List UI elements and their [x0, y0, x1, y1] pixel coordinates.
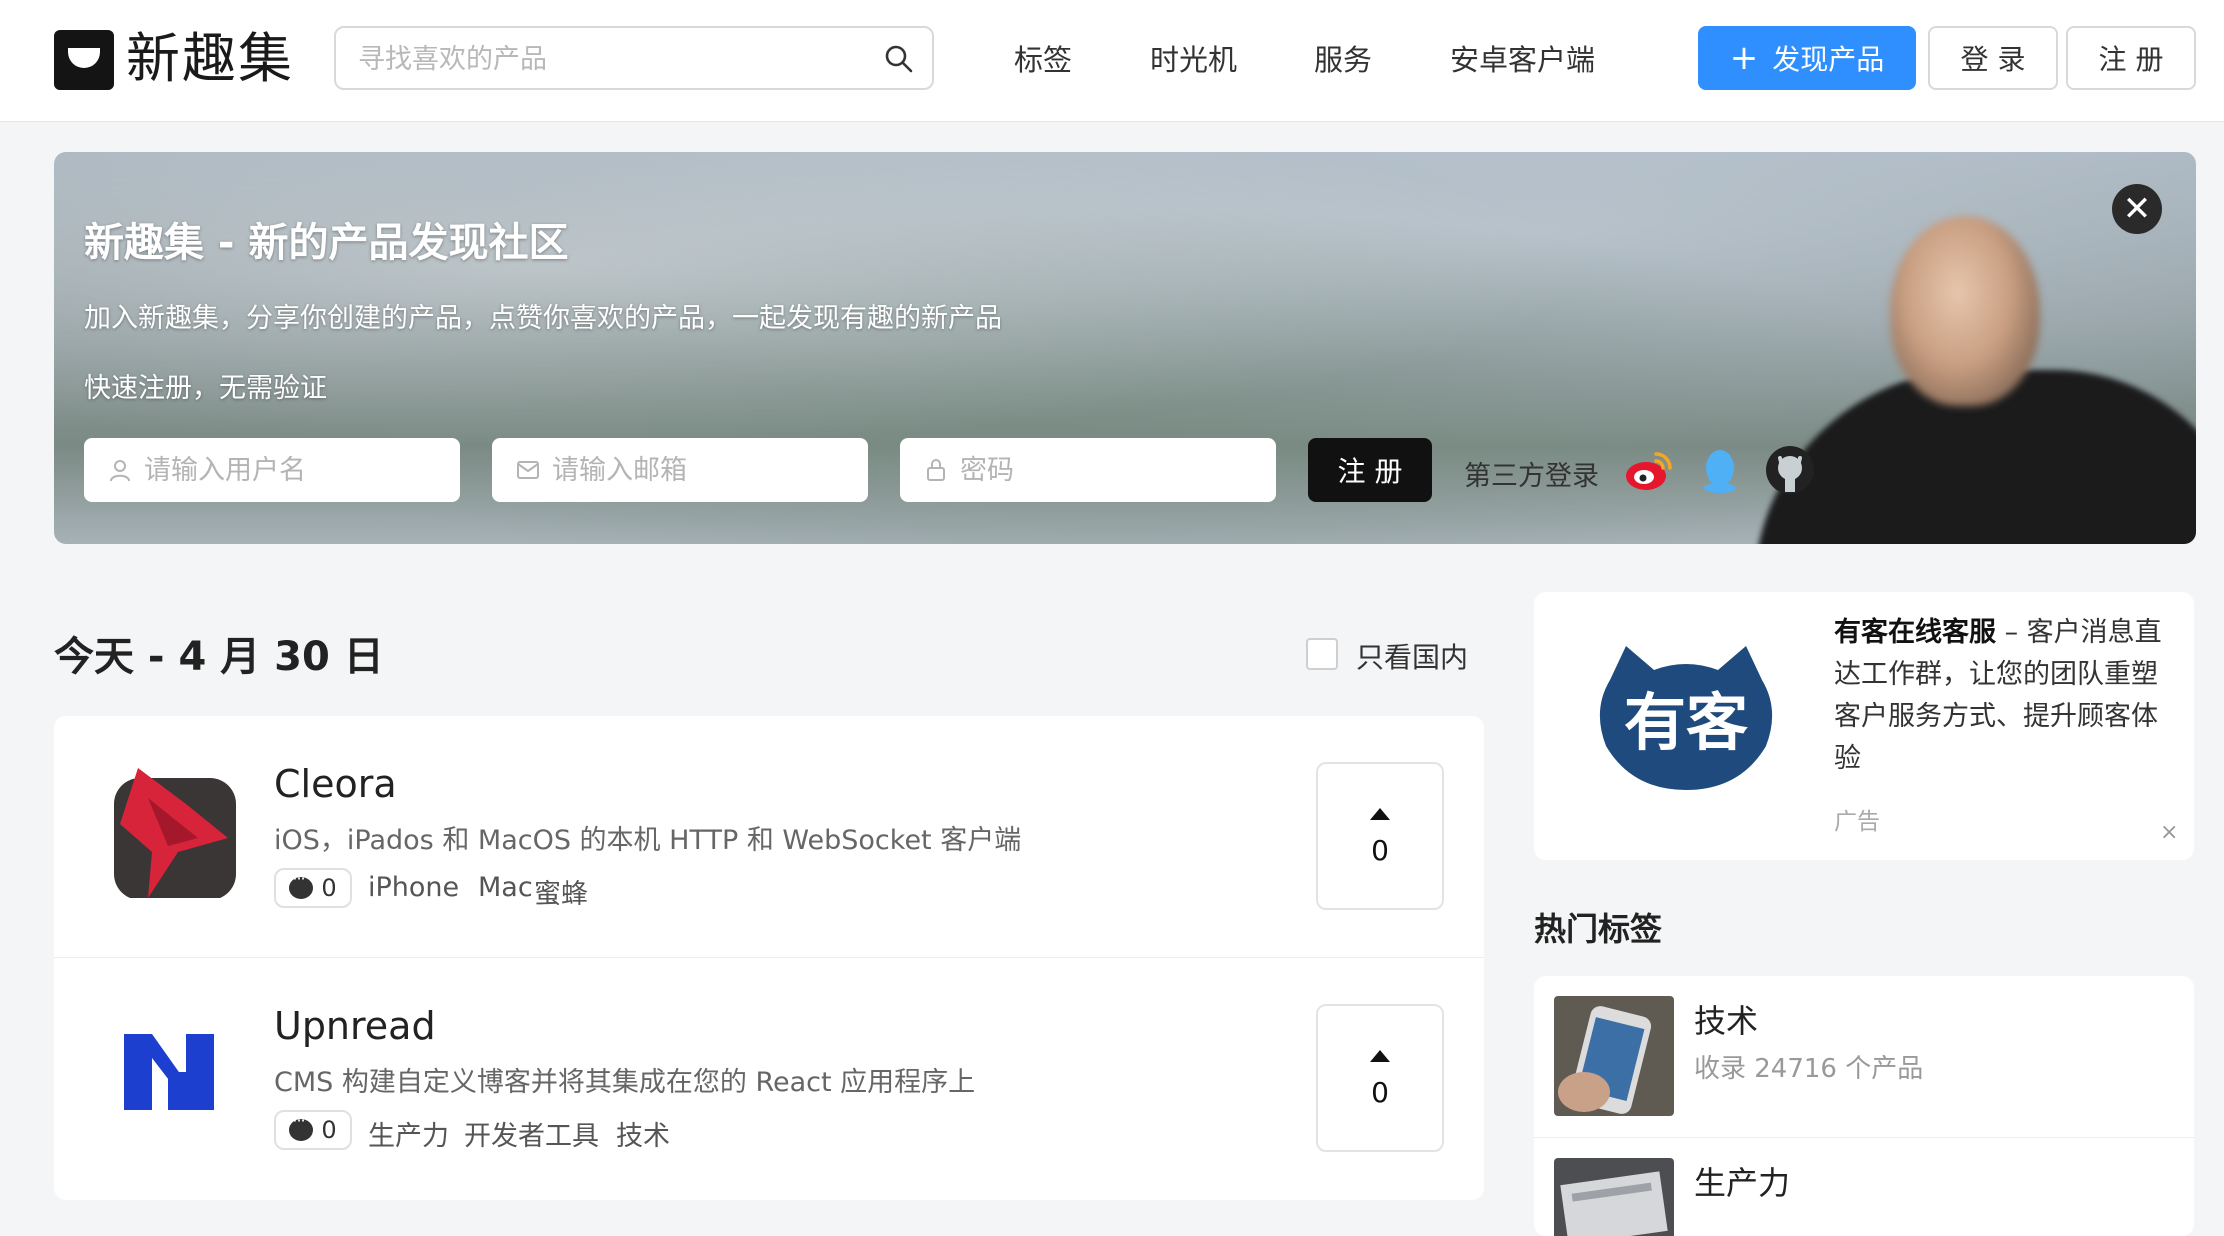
logo-text[interactable]: 新趣集 [126, 24, 294, 94]
ad-close-button[interactable]: × [2160, 820, 2178, 845]
nav-time-machine[interactable]: 时光机 [1150, 40, 1237, 80]
username-input[interactable] [142, 450, 442, 490]
search-input[interactable] [356, 40, 856, 78]
comment-count: 0 [321, 874, 337, 902]
lock-icon [927, 459, 945, 481]
hot-tags-title: 热门标签 [1534, 910, 1663, 948]
product-tag[interactable]: Mac [478, 872, 533, 903]
ad-logo-text: 有客 [1624, 686, 1748, 759]
hot-tag-item[interactable]: 生产力 [1534, 1137, 2194, 1236]
register-button[interactable]: 注 册 [1308, 438, 1432, 502]
ad-label: 广告 [1834, 809, 1880, 835]
product-tag[interactable]: iPhone [368, 872, 459, 903]
banner-title: 新趣集 - 新的产品发现社区 [84, 220, 569, 266]
top-header: 新趣集 标签 时光机 服务 安卓客户端 + 发现产品 登 录 注 册 [0, 0, 2224, 122]
ad-text[interactable]: 有客在线客服 – 客户消息直达工作群，让您的团队重塑客户服务方式、提升顾客体验 [1834, 612, 2174, 780]
welcome-banner: ✕ 新趣集 - 新的产品发现社区 加入新趣集，分享你创建的产品，点赞你喜欢的产品… [54, 152, 2196, 544]
mail-icon [517, 461, 539, 479]
email-input[interactable] [550, 450, 850, 490]
tag-thumbnail-image [1554, 996, 1674, 1116]
product-item-cleora[interactable]: Cleora iOS，iPados 和 MacOS 的本机 HTTP 和 Web… [54, 716, 1484, 956]
logo-icon[interactable] [54, 30, 114, 90]
cleora-logo-icon[interactable] [108, 768, 238, 898]
qq-icon[interactable] [1694, 444, 1746, 496]
comment-count-button[interactable]: 0 [274, 868, 352, 908]
hot-tags-list: 技术 收录 24716 个产品 生产力 [1534, 976, 2194, 1236]
tag-thumbnail-image [1554, 1158, 1674, 1236]
product-tag[interactable]: 技术 [616, 1114, 670, 1153]
password-field[interactable] [900, 438, 1276, 502]
product-tag[interactable]: 开发者工具 [464, 1114, 599, 1153]
banner-close-button[interactable]: ✕ [2112, 184, 2162, 234]
comment-icon [289, 1111, 314, 1141]
upvote-button[interactable]: 0 [1316, 762, 1444, 910]
upnread-logo-icon[interactable] [108, 1010, 238, 1140]
product-list: Cleora iOS，iPados 和 MacOS 的本机 HTTP 和 Web… [54, 716, 1484, 1200]
product-description: iOS，iPados 和 MacOS 的本机 HTTP 和 WebSocket … [274, 825, 1022, 856]
product-name[interactable]: Upnread [274, 1004, 436, 1048]
product-tag[interactable]: 蜜蜂 [534, 872, 588, 911]
upvote-count: 0 [1371, 834, 1389, 867]
search-box[interactable] [334, 26, 934, 90]
tag-name[interactable]: 技术 [1694, 996, 1758, 1042]
password-input[interactable] [958, 450, 1258, 490]
discover-product-label: 发现产品 [1772, 43, 1885, 76]
sidebar-ad[interactable]: 有客 有客在线客服 – 客户消息直达工作群，让您的团队重塑客户服务方式、提升顾客… [1534, 592, 2194, 860]
third-party-login-label: 第三方登录 [1464, 461, 1599, 492]
comment-count-button[interactable]: 0 [274, 1110, 352, 1150]
comment-count: 0 [321, 1116, 337, 1144]
user-icon [110, 460, 130, 482]
product-description: CMS 构建自定义博客并将其集成在您的 React 应用程序上 [274, 1067, 976, 1098]
tag-product-count: 收录 24716 个产品 [1694, 1054, 1924, 1084]
banner-quick-register-text: 快速注册，无需验证 [84, 373, 327, 404]
nav-android-client[interactable]: 安卓客户端 [1450, 40, 1595, 80]
banner-subtitle: 加入新趣集，分享你创建的产品，点赞你喜欢的产品，一起发现有趣的新产品 [84, 303, 1002, 334]
day-title: 今天 - 4 月 30 日 [54, 634, 384, 680]
tag-name[interactable]: 生产力 [1694, 1158, 1790, 1204]
ad-title[interactable]: 有客在线客服 [1834, 617, 1996, 648]
comment-icon [289, 869, 314, 899]
product-tag[interactable]: 生产力 [368, 1114, 449, 1153]
upvote-count: 0 [1371, 1076, 1389, 1109]
signup-button[interactable]: 注 册 [2066, 26, 2196, 90]
discover-product-button[interactable]: + 发现产品 [1698, 26, 1916, 90]
email-field[interactable] [492, 438, 868, 502]
domestic-only-label[interactable]: 只看国内 [1356, 636, 1468, 676]
upvote-arrow-icon [1370, 808, 1390, 820]
plus-icon: + [1729, 38, 1759, 78]
product-name[interactable]: Cleora [274, 762, 397, 806]
search-icon[interactable] [882, 42, 916, 76]
upvote-button[interactable]: 0 [1316, 1004, 1444, 1152]
nav-services[interactable]: 服务 [1314, 40, 1372, 80]
weibo-icon[interactable] [1622, 444, 1674, 496]
nav-tags[interactable]: 标签 [1014, 40, 1072, 80]
youke-logo-icon[interactable]: 有客 [1590, 640, 1782, 792]
github-icon[interactable] [1764, 444, 1816, 496]
domestic-only-checkbox[interactable] [1306, 638, 1338, 670]
product-item-upnread[interactable]: Upnread CMS 构建自定义博客并将其集成在您的 React 应用程序上 … [54, 957, 1484, 1197]
hot-tag-item[interactable]: 技术 收录 24716 个产品 [1534, 976, 2194, 1136]
username-field[interactable] [84, 438, 460, 502]
upvote-arrow-icon [1370, 1050, 1390, 1062]
banner-person-head-image [1890, 216, 2040, 406]
login-button[interactable]: 登 录 [1928, 26, 2058, 90]
